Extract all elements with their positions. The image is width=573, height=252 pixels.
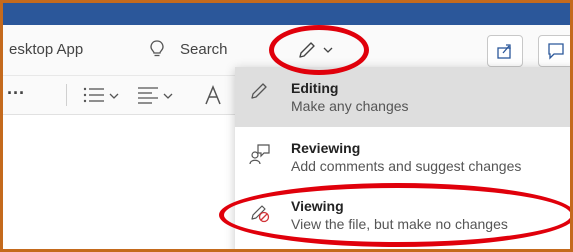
more-options-button[interactable]: ··· [7, 83, 25, 104]
share-button[interactable] [487, 35, 523, 67]
reviewing-icon [249, 144, 270, 165]
menu-item-title: Reviewing [291, 140, 361, 156]
app-window: esktop App Search ··· Editing Make any c… [0, 0, 573, 252]
bullet-list-icon [83, 87, 104, 103]
title-bar [3, 3, 570, 25]
menu-item-description: View the file, but make no changes [291, 216, 508, 232]
align-left-icon [138, 87, 158, 104]
share-icon [497, 44, 511, 59]
menu-item-description: Make any changes [291, 98, 409, 114]
editing-mode-button[interactable] [293, 37, 343, 63]
search-button[interactable]: Search [180, 41, 228, 58]
pencil-icon [251, 83, 267, 99]
chevron-down-icon [163, 93, 173, 99]
menu-item-editing[interactable]: Editing Make any changes [235, 67, 570, 127]
menu-item-reviewing[interactable]: Reviewing Add comments and suggest chang… [235, 131, 570, 191]
comment-icon [548, 43, 564, 60]
ribbon-divider [66, 84, 67, 106]
menu-item-viewing[interactable]: Viewing View the file, but make no chang… [235, 189, 570, 249]
comments-button[interactable] [538, 35, 570, 67]
pencil-icon [299, 42, 315, 58]
editing-mode-menu: Editing Make any changes Reviewing Add c… [235, 67, 570, 249]
bullets-button[interactable] [83, 84, 123, 106]
menu-item-title: Viewing [291, 198, 344, 214]
chevron-down-icon [323, 47, 333, 53]
open-in-desktop-app-button[interactable]: esktop App [9, 41, 83, 58]
align-button[interactable] [137, 84, 177, 106]
menu-item-description: Add comments and suggest changes [291, 158, 522, 174]
chevron-down-icon [109, 93, 119, 99]
lightbulb-icon [150, 40, 164, 57]
text-styles-icon[interactable] [203, 84, 225, 108]
viewing-icon [251, 205, 270, 223]
menu-item-title: Editing [291, 80, 339, 96]
